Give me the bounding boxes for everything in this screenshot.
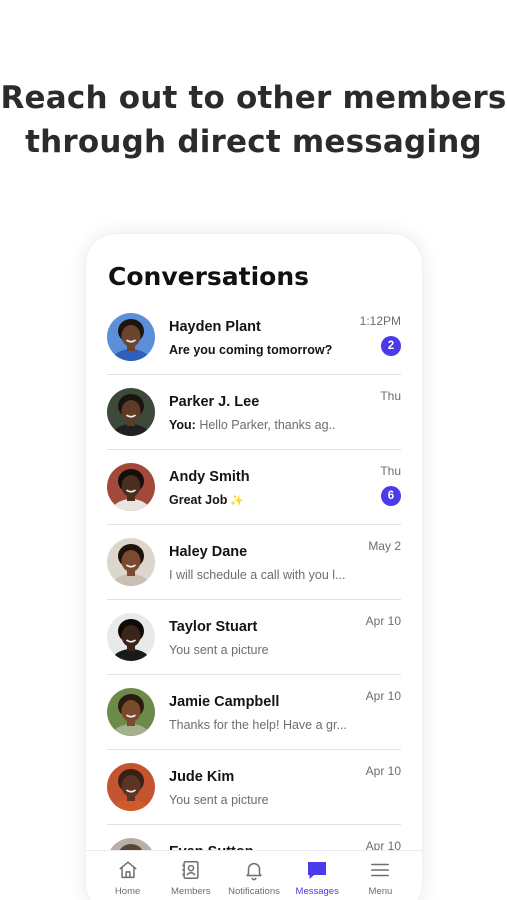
conversation-item[interactable]: Parker J. Lee You: Hello Parker, thanks a… [107, 375, 401, 450]
headline-line-1: Reach out to other members [0, 80, 507, 116]
timestamp: Apr 10 [365, 689, 401, 703]
conversation-name: Jamie Campbell [169, 694, 280, 710]
message-preview: You sent a picture [169, 643, 269, 657]
tab-menu[interactable]: Menu [349, 851, 412, 900]
menu-icon [369, 858, 391, 882]
timestamp: Thu [380, 464, 401, 478]
unread-badge: 6 [381, 486, 401, 506]
headline-line-2: through direct messaging [25, 124, 482, 160]
timestamp: Apr 10 [365, 764, 401, 778]
tab-label: Notifications [228, 886, 280, 897]
chat-icon [305, 858, 329, 882]
bell-icon [243, 858, 265, 882]
avatar [107, 463, 155, 511]
avatar [107, 313, 155, 361]
conversation-item[interactable]: Hayden Plant Are you coming tomorrow? 1:12… [107, 300, 401, 375]
timestamp: May 2 [368, 539, 401, 553]
preview-text: Hello Parker, thanks ag.. [199, 418, 336, 432]
conversation-list: Hayden Plant Are you coming tomorrow? 1:12… [107, 300, 401, 900]
tab-home[interactable]: Home [96, 851, 159, 900]
avatar [107, 688, 155, 736]
home-icon [117, 858, 139, 882]
tab-members[interactable]: Members [159, 851, 222, 900]
tab-label: Menu [368, 886, 393, 897]
avatar [107, 388, 155, 436]
message-preview: Are you coming tomorrow? [169, 343, 332, 357]
avatar [107, 538, 155, 586]
message-preview: You sent a picture [169, 793, 269, 807]
message-preview: Great Job ✨ [169, 493, 244, 507]
sparkle-icon: ✨ [227, 495, 245, 507]
conversation-item[interactable]: Haley Dane I will schedule a call with yo… [107, 525, 401, 600]
timestamp: 1:12PM [359, 314, 401, 328]
promo-headline: Reach out to other members through direc… [0, 76, 507, 164]
conversation-item[interactable]: Taylor Stuart You sent a picture Apr 10 [107, 600, 401, 675]
tab-label: Home [114, 886, 141, 897]
tab-label: Members [171, 886, 211, 897]
preview-text: You sent a picture [169, 793, 269, 807]
tab-notifications[interactable]: Notifications [222, 851, 285, 900]
conversation-name: Taylor Stuart [169, 619, 258, 635]
members-icon [180, 858, 202, 882]
conversation-name: Jude Kim [169, 769, 235, 785]
bottom-tab-bar: Home Members Notifications Messages Menu [86, 850, 422, 900]
avatar [107, 763, 155, 811]
message-preview: Thanks for the help! Have a gr... [169, 718, 347, 732]
page-title: Conversations [108, 262, 310, 291]
preview-text: Great Job [169, 493, 228, 507]
conversation-name: Parker J. Lee [169, 394, 260, 410]
unread-badge: 2 [381, 336, 401, 356]
message-preview: I will schedule a call with you l... [169, 568, 345, 582]
timestamp: Apr 10 [365, 614, 401, 628]
conversation-name: Hayden Plant [169, 319, 261, 335]
preview-text: Thanks for the help! Have a gr... [169, 718, 347, 732]
timestamp: Thu [380, 389, 401, 403]
conversation-item[interactable]: Andy Smith Great Job ✨ Thu 6 [107, 450, 401, 525]
preview-text: Are you coming tomorrow? [169, 343, 333, 357]
preview-text: I will schedule a call with you l... [169, 568, 346, 582]
you-prefix: You: [169, 418, 200, 432]
tab-label: Messages [295, 886, 339, 897]
phone-mockup: Conversations Hayden Plant Are you coming… [86, 234, 422, 900]
avatar [107, 613, 155, 661]
conversation-item[interactable]: Jamie Campbell Thanks for the help! Have … [107, 675, 401, 750]
tab-messages[interactable]: Messages [286, 851, 349, 900]
conversation-name: Andy Smith [169, 469, 250, 485]
conversation-item[interactable]: Jude Kim You sent a picture Apr 10 [107, 750, 401, 825]
preview-text: You sent a picture [169, 643, 269, 657]
message-preview: You: Hello Parker, thanks ag.. [169, 418, 336, 432]
conversation-name: Haley Dane [169, 544, 248, 560]
